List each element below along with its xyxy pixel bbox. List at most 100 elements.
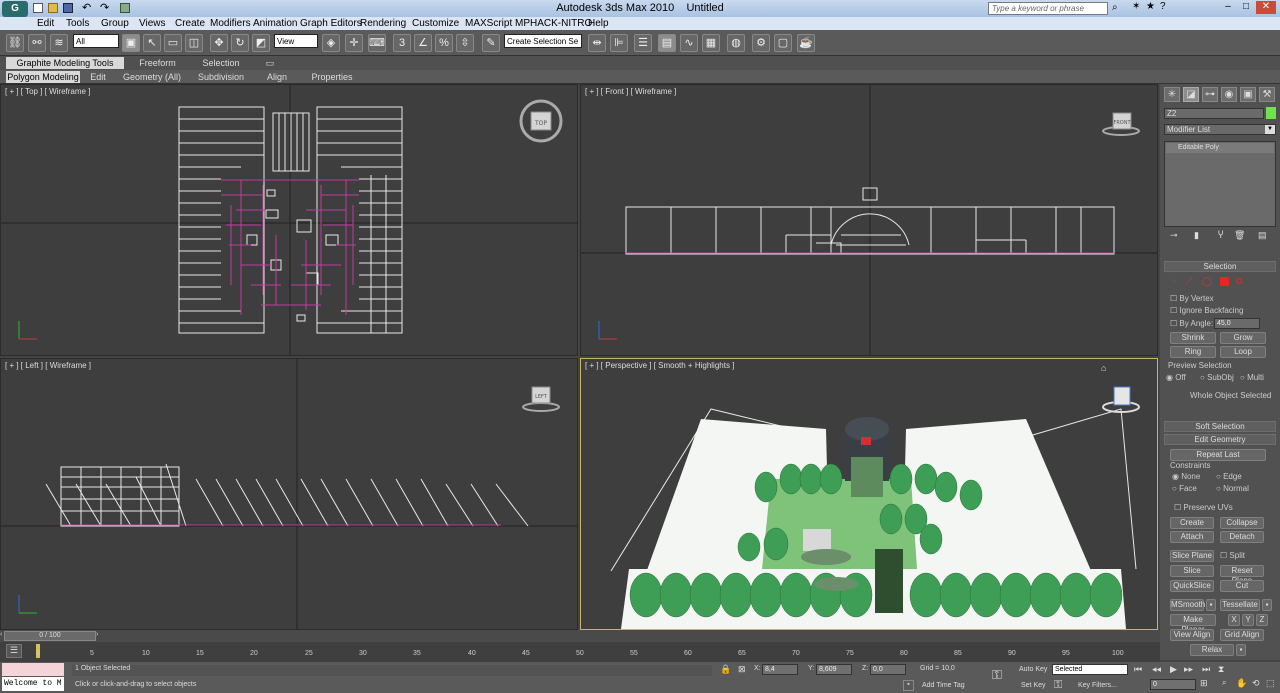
viewcube-perspective-icon[interactable] xyxy=(1102,386,1140,413)
selection-rollout-header[interactable]: Selection xyxy=(1164,261,1276,272)
viewport-left[interactable]: [ + ] [ Left ] [ Wireframe ] LEFT xyxy=(0,358,578,630)
relax-settings-icon[interactable]: ▪ xyxy=(1236,644,1246,656)
minimize-button[interactable]: – xyxy=(1220,1,1236,14)
panel-align[interactable]: Align xyxy=(258,71,296,83)
play-icon[interactable]: ▶ xyxy=(1170,664,1177,675)
angle-snap-icon[interactable]: ∠ xyxy=(414,34,432,52)
time-slider[interactable]: ‹ 0 / 100 › xyxy=(0,630,1160,642)
home-icon[interactable]: ⌂ xyxy=(1101,363,1106,373)
angle-spinner[interactable]: 45,0 xyxy=(1214,318,1260,329)
rotate-icon[interactable]: ↻ xyxy=(231,34,249,52)
by-vertex-checkbox[interactable]: ☐ By Vertex xyxy=(1170,294,1214,303)
go-to-end-icon[interactable]: ⏭ xyxy=(1202,664,1210,675)
previous-frame-icon[interactable]: ◂◂ xyxy=(1152,664,1161,675)
edge-icon[interactable]: ⟋ xyxy=(1186,276,1192,287)
search-input[interactable]: Type a keyword or phrase xyxy=(988,2,1108,15)
split-checkbox[interactable]: ☐ Split xyxy=(1220,551,1245,560)
communication-icon[interactable]: ✶ xyxy=(1132,1,1140,12)
planar-x-button[interactable]: X xyxy=(1228,614,1240,626)
percent-snap-icon[interactable]: % xyxy=(435,34,453,52)
configure-sets-icon[interactable]: ▤ xyxy=(1258,230,1267,241)
menu-create[interactable]: Create xyxy=(175,18,205,29)
msmooth-button[interactable]: MSmooth xyxy=(1170,599,1205,611)
current-frame-field[interactable]: 0 xyxy=(1150,679,1196,690)
display-tab-icon[interactable]: ▣ xyxy=(1240,87,1256,102)
remove-modifier-icon[interactable]: 🗑 xyxy=(1234,230,1245,241)
motion-tab-icon[interactable]: ◉ xyxy=(1221,87,1237,102)
panel-subdivision[interactable]: Subdivision xyxy=(192,71,250,83)
next-frame-button-icon[interactable]: ▸▸ xyxy=(1184,664,1193,675)
tessellate-button[interactable]: Tessellate xyxy=(1220,599,1260,611)
mini-curve-editor-icon[interactable]: ☰ xyxy=(6,644,22,658)
absolute-mode-icon[interactable]: ⊠ xyxy=(738,664,746,675)
layer-manager-icon[interactable]: ☰ xyxy=(634,34,652,52)
transform-gizmo-icon[interactable]: ✛ xyxy=(345,34,363,52)
move-icon[interactable]: ✥ xyxy=(210,34,228,52)
reset-plane-button[interactable]: Reset Plane xyxy=(1220,565,1264,585)
reference-coordinate-dropdown[interactable]: View xyxy=(274,34,318,48)
search-icon[interactable]: ⌕ xyxy=(1112,2,1118,13)
viewport-top[interactable]: [ + ] [ Top ] [ Wireframe ] TOP xyxy=(0,84,578,356)
border-icon[interactable]: ◯ xyxy=(1202,276,1212,287)
scale-icon[interactable]: ◩ xyxy=(252,34,270,52)
grow-button[interactable]: Grow xyxy=(1220,332,1266,344)
object-color-swatch[interactable] xyxy=(1266,107,1276,119)
panel-geometry-all[interactable]: Geometry (All) xyxy=(120,71,184,83)
constraint-edge-radio[interactable]: ○ Edge xyxy=(1216,472,1242,481)
make-planar-button[interactable]: Make Planar xyxy=(1170,614,1216,634)
pivot-center-icon[interactable]: ◈ xyxy=(322,34,340,52)
make-unique-icon[interactable]: Ⴤ xyxy=(1218,230,1223,241)
modifier-list-dropdown[interactable]: Modifier List ▼ xyxy=(1164,124,1276,135)
set-key-button[interactable]: Set Key xyxy=(1021,682,1046,689)
msmooth-settings-icon[interactable]: ▪ xyxy=(1206,599,1216,611)
quickslice-button[interactable]: QuickSlice xyxy=(1170,580,1214,592)
selection-filter-dropdown[interactable]: All xyxy=(73,34,119,48)
y-coordinate-field[interactable]: 8,609 xyxy=(816,664,852,675)
maximize-button[interactable]: □ xyxy=(1238,1,1254,14)
named-selection-dropdown[interactable]: Create Selection Se xyxy=(504,34,582,48)
panel-polygon-modeling[interactable]: Polygon Modeling xyxy=(6,71,80,83)
curve-editor-icon[interactable]: ∿ xyxy=(680,34,698,52)
pan-icon[interactable]: ✋ xyxy=(1236,678,1247,689)
zoom-icon[interactable]: ⌕ xyxy=(1222,678,1226,688)
maxscript-mini-pink[interactable] xyxy=(2,663,64,676)
time-tag-icon[interactable]: ▪ xyxy=(903,680,914,691)
next-frame-icon[interactable]: › xyxy=(96,631,104,641)
menu-edit[interactable]: Edit xyxy=(37,18,54,29)
ring-button[interactable]: Ring xyxy=(1170,346,1216,358)
close-button[interactable]: ✕ xyxy=(1256,1,1276,14)
snap-toggle-icon[interactable]: 3 xyxy=(393,34,411,52)
create-button[interactable]: Create xyxy=(1170,517,1214,529)
edit-geometry-rollout-header[interactable]: Edit Geometry xyxy=(1164,434,1276,445)
object-name-field[interactable]: Z2 xyxy=(1164,108,1264,119)
time-slider-thumb[interactable]: 0 / 100 xyxy=(4,631,96,641)
constraint-none-radio[interactable]: ◉ None xyxy=(1172,472,1200,481)
viewcube-front-icon[interactable]: FRONT xyxy=(1102,112,1140,136)
maximize-viewport-icon[interactable]: ⬚ xyxy=(1266,678,1275,689)
menu-help[interactable]: Help xyxy=(588,18,609,29)
key-mode-toggle-icon[interactable]: ⧗ xyxy=(1218,664,1224,675)
favorites-icon[interactable]: ★ xyxy=(1146,1,1155,12)
keyboard-shortcut-override-icon[interactable]: ⌨ xyxy=(368,34,386,52)
help-icon[interactable]: ? xyxy=(1160,1,1166,12)
vertex-icon[interactable]: ⁘ xyxy=(1170,276,1178,287)
link-icon[interactable]: ⛓ xyxy=(6,34,24,52)
menu-rendering[interactable]: Rendering xyxy=(360,18,406,29)
key-filters-button[interactable]: Key Filters... xyxy=(1078,682,1117,689)
soft-selection-rollout-header[interactable]: Soft Selection xyxy=(1164,421,1276,432)
create-tab-icon[interactable]: ✳ xyxy=(1164,87,1180,102)
spinner-snap-icon[interactable]: ⇳ xyxy=(456,34,474,52)
auto-key-button[interactable]: Auto Key xyxy=(1019,666,1047,673)
pin-stack-icon[interactable]: ⊸ xyxy=(1170,230,1178,241)
tab-graphite-modeling-tools[interactable]: Graphite Modeling Tools xyxy=(6,57,124,69)
attach-button[interactable]: Attach xyxy=(1170,531,1214,543)
window-crossing-icon[interactable]: ◫ xyxy=(185,34,203,52)
element-icon[interactable]: ⧉ xyxy=(1236,276,1242,287)
view-align-button[interactable]: View Align xyxy=(1170,629,1214,641)
mirror-icon[interactable]: ⇹ xyxy=(588,34,606,52)
panel-properties[interactable]: Properties xyxy=(304,71,360,83)
menu-maxscript[interactable]: MAXScript xyxy=(465,18,512,29)
stack-item-editable-poly[interactable]: Editable Poly xyxy=(1166,143,1274,153)
by-angle-checkbox[interactable]: ☐ By Angle: xyxy=(1170,319,1213,328)
bind-space-warp-icon[interactable]: ≋ xyxy=(50,34,68,52)
